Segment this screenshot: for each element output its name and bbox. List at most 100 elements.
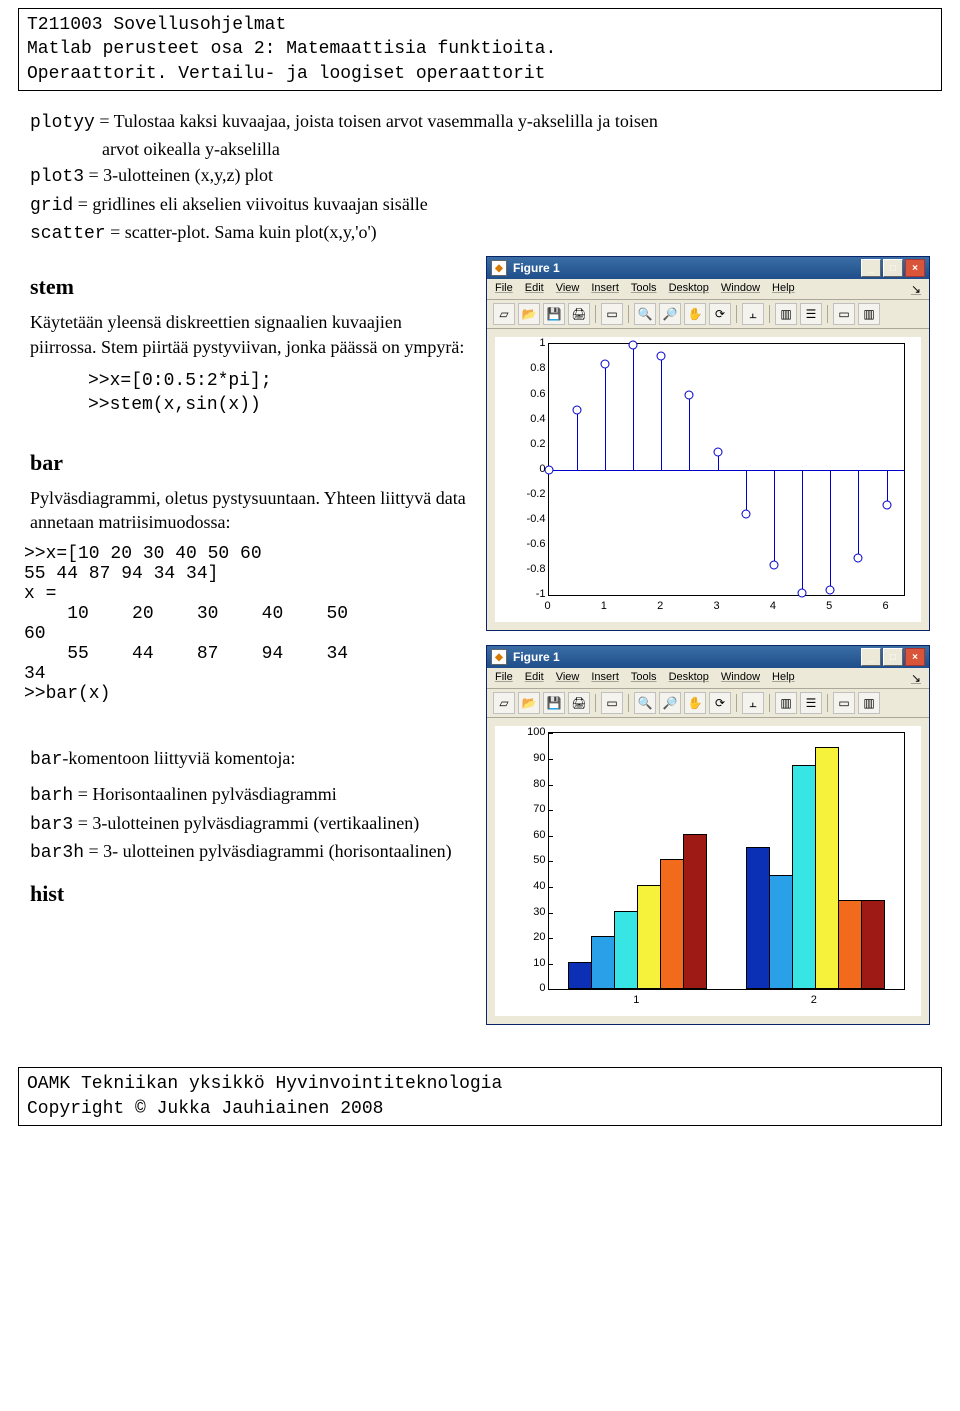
datacursor-icon[interactable]: ⫠	[742, 692, 764, 714]
menu-tools[interactable]: Tools	[631, 282, 657, 296]
bar-heading: bar	[30, 450, 470, 476]
menu-edit[interactable]: Edit	[525, 282, 544, 296]
save-icon[interactable]: 💾	[543, 692, 565, 714]
def-plotyy: plotyy = Tulostaa kaksi kuvaajaa, joista…	[30, 109, 930, 135]
maximize-button[interactable]: □	[883, 259, 903, 277]
pointer-icon[interactable]: ▭	[601, 692, 623, 714]
menu-insert[interactable]: Insert	[591, 671, 619, 685]
menu-overflow-icon[interactable]: ↘	[911, 282, 921, 296]
bar-axes[interactable]: 010203040506070809010012	[506, 726, 911, 1016]
menu-view[interactable]: View	[556, 282, 580, 296]
figure-menu-bar[interactable]: File Edit View Insert Tools Desktop Wind…	[487, 668, 929, 689]
rotate-icon[interactable]: ⟳	[709, 692, 731, 714]
def-plot3: plot3 = 3-ulotteinen (x,y,z) plot	[30, 163, 930, 189]
cmd-grid: grid	[30, 196, 73, 216]
stem-code-1: >>x=[0:0.5:2*pi];	[88, 369, 470, 393]
figure-title: Figure 1	[513, 261, 560, 275]
def-plotyy-cont: arvot oikealla y-akselilla	[102, 137, 930, 161]
menu-file[interactable]: File	[495, 671, 513, 685]
colorbar-icon[interactable]: ▥	[775, 692, 797, 714]
def-barh: barh = Horisontaalinen pylväsdiagrammi	[30, 782, 470, 808]
menu-help[interactable]: Help	[772, 671, 795, 685]
header-box: T211003 Sovellusohjelmat Matlab perustee…	[18, 8, 942, 91]
zoom-in-icon[interactable]: 🔍	[634, 303, 656, 325]
zoom-out-icon[interactable]: 🔎	[659, 692, 681, 714]
menu-desktop[interactable]: Desktop	[669, 282, 709, 296]
figure-title-bar: Figure 1	[513, 650, 560, 664]
minimize-button[interactable]: _	[861, 259, 881, 277]
pan-icon[interactable]: ✋	[684, 303, 706, 325]
print-icon[interactable]: 🖨	[568, 303, 590, 325]
open-icon[interactable]: 📂	[518, 303, 540, 325]
close-button[interactable]: ×	[905, 648, 925, 666]
menu-edit[interactable]: Edit	[525, 671, 544, 685]
pan-icon[interactable]: ✋	[684, 692, 706, 714]
colorbar-icon[interactable]: ▥	[775, 303, 797, 325]
bar-code-l3: x =	[24, 584, 470, 604]
hist-heading: hist	[30, 881, 470, 907]
stem-code-2: >>stem(x,sin(x))	[88, 393, 470, 417]
def-bar3h: bar3h = 3- ulotteinen pylväsdiagrammi (h…	[30, 839, 470, 865]
bar-code-l4b: 60	[24, 624, 470, 644]
menu-insert[interactable]: Insert	[591, 282, 619, 296]
matlab-icon: ◆	[491, 649, 507, 665]
menu-view[interactable]: View	[556, 671, 580, 685]
hide-tools-icon[interactable]: ▭	[833, 692, 855, 714]
figure-toolbar: ▱ 📂 💾 🖨 ▭ 🔍 🔎 ✋ ⟳ ⫠ ▥ ☰	[487, 300, 929, 329]
header-line1: T211003 Sovellusohjelmat	[27, 13, 933, 37]
figure-menu[interactable]: File Edit View Insert Tools Desktop Wind…	[487, 279, 929, 300]
datacursor-icon[interactable]: ⫠	[742, 303, 764, 325]
bar-para: Pylväsdiagrammi, oletus pystysuuntaan. Y…	[30, 486, 470, 535]
save-icon[interactable]: 💾	[543, 303, 565, 325]
new-icon[interactable]: ▱	[493, 692, 515, 714]
close-button[interactable]: ×	[905, 259, 925, 277]
figure-window-stem: ◆ Figure 1 _ □ × File Edit View Insert T…	[486, 256, 930, 631]
pointer-icon[interactable]: ▭	[601, 303, 623, 325]
bar-plot-area	[548, 732, 905, 990]
cmd-scatter: scatter	[30, 224, 106, 244]
print-icon[interactable]: 🖨	[568, 692, 590, 714]
figure-titlebar[interactable]: ◆ Figure 1 _ □ ×	[487, 257, 929, 279]
zoom-out-icon[interactable]: 🔎	[659, 303, 681, 325]
footer-line1: OAMK Tekniikan yksikkö Hyvinvointiteknol…	[27, 1072, 933, 1096]
legend-icon[interactable]: ☰	[800, 303, 822, 325]
menu-tools[interactable]: Tools	[631, 671, 657, 685]
show-tools-icon[interactable]: ▥	[858, 692, 880, 714]
bar-related-intro: bar-komentoon liittyviä komentoja:	[30, 746, 470, 772]
def-scatter: scatter = scatter-plot. Sama kuin plot(x…	[30, 220, 930, 246]
open-icon[interactable]: 📂	[518, 692, 540, 714]
menu-help[interactable]: Help	[772, 282, 795, 296]
cmd-plot3: plot3	[30, 167, 84, 187]
menu-window[interactable]: Window	[721, 671, 760, 685]
show-tools-icon[interactable]: ▥	[858, 303, 880, 325]
header-line2: Matlab perusteet osa 2: Matemaattisia fu…	[27, 37, 933, 61]
zoom-in-icon[interactable]: 🔍	[634, 692, 656, 714]
legend-icon[interactable]: ☰	[800, 692, 822, 714]
menu-window[interactable]: Window	[721, 282, 760, 296]
figure-window-bar: ◆ Figure 1 _ □ × File Edit View Insert T…	[486, 645, 930, 1025]
footer-line2: Copyright © Jukka Jauhiainen 2008	[27, 1097, 933, 1121]
stem-heading: stem	[30, 274, 470, 300]
figure-toolbar-bar: ▱ 📂 💾 🖨 ▭ 🔍 🔎 ✋ ⟳ ⫠ ▥ ☰	[487, 689, 929, 718]
menu-desktop[interactable]: Desktop	[669, 671, 709, 685]
bar-code-l5: 55 44 87 94 34	[24, 644, 470, 664]
bar-code-l6: >>bar(x)	[24, 684, 470, 704]
stem-para: Käytetään yleensä diskreettien signaalie…	[30, 310, 470, 359]
maximize-button[interactable]: □	[883, 648, 903, 666]
cmd-plotyy: plotyy	[30, 113, 95, 133]
rotate-icon[interactable]: ⟳	[709, 303, 731, 325]
hide-tools-icon[interactable]: ▭	[833, 303, 855, 325]
stem-axes[interactable]: -1-0.8-0.6-0.4-0.200.20.40.60.810123456	[506, 337, 911, 622]
minimize-button[interactable]: _	[861, 648, 881, 666]
bar-code-l5b: 34	[24, 664, 470, 684]
bar-code-l1: >>x=[10 20 30 40 50 60	[24, 544, 470, 564]
new-icon[interactable]: ▱	[493, 303, 515, 325]
bar-code-l2: 55 44 87 94 34 34]	[24, 564, 470, 584]
menu-file[interactable]: File	[495, 282, 513, 296]
matlab-icon: ◆	[491, 260, 507, 276]
figure-titlebar-bar[interactable]: ◆ Figure 1 _ □ ×	[487, 646, 929, 668]
menu-overflow-icon[interactable]: ↘	[911, 671, 921, 685]
header-line3: Operaattorit. Vertailu- ja loogiset oper…	[27, 62, 933, 86]
footer-box: OAMK Tekniikan yksikkö Hyvinvointiteknol…	[18, 1067, 942, 1126]
bar-code-l4: 10 20 30 40 50	[24, 604, 470, 624]
